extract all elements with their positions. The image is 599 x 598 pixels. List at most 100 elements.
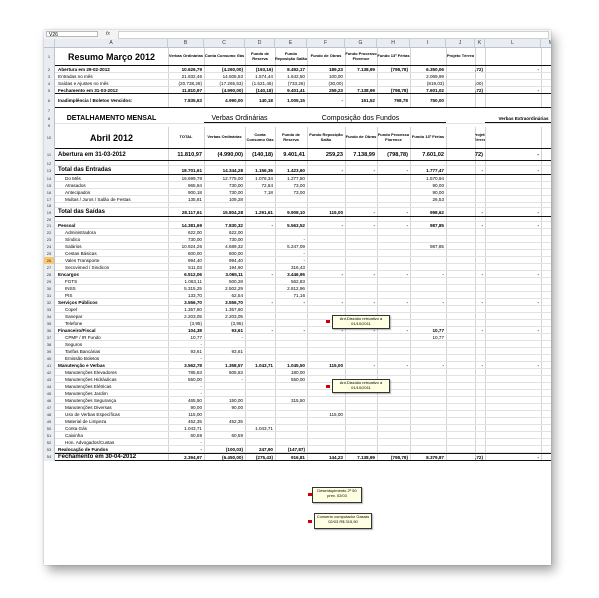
row-header[interactable]: 48 xyxy=(44,411,55,418)
row-header[interactable]: 5 xyxy=(44,87,55,94)
row-header[interactable]: 11 xyxy=(44,149,55,161)
column-header-a[interactable]: A xyxy=(55,39,168,47)
column-header-l[interactable]: L xyxy=(485,39,541,47)
row-header[interactable]: 43 xyxy=(44,376,55,383)
comment-indicator[interactable] xyxy=(326,385,330,388)
column-header-m[interactable]: M xyxy=(541,39,551,47)
row-header[interactable]: 37 xyxy=(44,334,55,341)
row-header[interactable]: 52 xyxy=(44,439,55,446)
detail-value xyxy=(245,257,275,263)
detail-value: 3.065,11 xyxy=(225,271,243,277)
column-header-j[interactable]: J xyxy=(446,39,475,47)
detail-value: 622,00 xyxy=(187,229,202,235)
row-header[interactable]: 40 xyxy=(44,355,55,362)
detail-row: Tarifas Bancárias 93,61 93,61 xyxy=(55,348,551,355)
row-label: Cestas Básicas xyxy=(65,250,97,256)
comment-indicator[interactable] xyxy=(308,520,312,523)
cell-border xyxy=(541,203,542,207)
summary-row: Saídas e Ajustes no mês (20.738,28) (17.26… xyxy=(55,80,551,87)
detail-value xyxy=(446,404,475,410)
detail-value: 5.247,09 xyxy=(287,243,305,249)
row-header[interactable]: 42 xyxy=(44,369,55,376)
row-header[interactable]: 35 xyxy=(44,320,55,327)
column-header-h[interactable]: H xyxy=(377,39,410,47)
comment-indicator[interactable] xyxy=(326,320,330,323)
row-header[interactable]: 10 xyxy=(44,127,55,149)
column-header-e[interactable]: E xyxy=(275,39,307,47)
column-header-i[interactable]: I xyxy=(410,39,446,47)
row-header[interactable]: 49 xyxy=(44,418,55,425)
detail-value xyxy=(446,355,475,361)
row-header[interactable]: 31 xyxy=(44,292,55,299)
row-header[interactable]: 2 xyxy=(44,66,55,73)
row-header[interactable]: 21 xyxy=(44,222,55,229)
name-box[interactable]: V26 xyxy=(46,31,98,38)
detail-row: Seguros - xyxy=(55,341,551,348)
column-header-b[interactable]: B xyxy=(168,39,204,47)
detail-value xyxy=(475,390,485,396)
detail-value xyxy=(307,446,345,452)
row-header[interactable]: 19 xyxy=(44,208,55,217)
row-label: Seguros xyxy=(65,341,83,347)
detail-value: (147,87) xyxy=(287,446,305,452)
row-header[interactable]: 23 xyxy=(44,236,55,243)
row-header[interactable]: 36 xyxy=(44,327,55,334)
row-header[interactable]: 46 xyxy=(44,397,55,404)
row-header[interactable]: 28 xyxy=(44,271,55,278)
detail-value xyxy=(345,161,377,165)
row-header[interactable]: 53 xyxy=(44,446,55,453)
row-header[interactable]: 13 xyxy=(44,166,55,175)
row-header[interactable]: 44 xyxy=(44,383,55,390)
cell-border xyxy=(541,418,542,424)
row-header[interactable]: 17 xyxy=(44,196,55,203)
cell-border xyxy=(541,454,542,460)
row-header[interactable]: 34 xyxy=(44,313,55,320)
detail-value xyxy=(245,217,275,221)
function-icon[interactable]: fx xyxy=(106,30,110,39)
row-label: Abertura em 31-03-2012 xyxy=(58,151,126,158)
row-header[interactable]: 27 xyxy=(44,264,55,271)
row-header[interactable]: 32 xyxy=(44,299,55,306)
detail-row: FGTS 1.063,11 500,28 562,83 xyxy=(55,278,551,285)
detail-row: Cestas Básicas 600,00 600,00 - xyxy=(55,250,551,257)
detail-value: 15.804,28 xyxy=(222,209,243,215)
row-header[interactable]: 6 xyxy=(44,94,55,108)
formula-input[interactable] xyxy=(118,31,549,39)
row-header[interactable]: 38 xyxy=(44,341,55,348)
row-header[interactable]: 25 xyxy=(44,250,55,257)
row-header[interactable]: 47 xyxy=(44,404,55,411)
row-header[interactable]: 16 xyxy=(44,189,55,196)
detail-value: 10,77 xyxy=(190,334,203,340)
detail-value: 785,63 xyxy=(187,369,202,375)
column-header-f[interactable]: F xyxy=(307,39,345,47)
detail-value xyxy=(345,264,377,270)
row-header[interactable]: 26 xyxy=(44,257,55,264)
detail-value xyxy=(307,217,345,221)
row-header[interactable]: 45 xyxy=(44,390,55,397)
column-header-g[interactable]: G xyxy=(345,39,377,47)
row-header[interactable]: 24 xyxy=(44,243,55,250)
row-header[interactable]: 54 xyxy=(44,453,55,461)
detail-value xyxy=(345,243,377,249)
row-header[interactable]: 15 xyxy=(44,182,55,189)
detail-value: - xyxy=(406,167,408,173)
column-header-k[interactable]: K xyxy=(475,39,485,47)
row-header[interactable]: 50 xyxy=(44,425,55,432)
detail-value xyxy=(377,397,410,403)
select-all-corner[interactable] xyxy=(44,39,55,47)
row-header[interactable]: 30 xyxy=(44,285,55,292)
row-header[interactable]: 39 xyxy=(44,348,55,355)
cell-border xyxy=(541,80,542,86)
row-header[interactable]: 22 xyxy=(44,229,55,236)
row-header[interactable]: 29 xyxy=(44,278,55,285)
row-header[interactable]: 41 xyxy=(44,362,55,369)
row-header[interactable]: 1 xyxy=(44,48,55,66)
column-header-d[interactable]: D xyxy=(245,39,275,47)
column-header-c[interactable]: C xyxy=(204,39,245,47)
detail-value xyxy=(345,306,377,312)
row-header[interactable]: 3 xyxy=(44,73,55,80)
row-header[interactable]: 33 xyxy=(44,306,55,313)
row-header[interactable]: 51 xyxy=(44,432,55,439)
row-header[interactable]: 14 xyxy=(44,175,55,182)
row-header[interactable]: 4 xyxy=(44,80,55,87)
